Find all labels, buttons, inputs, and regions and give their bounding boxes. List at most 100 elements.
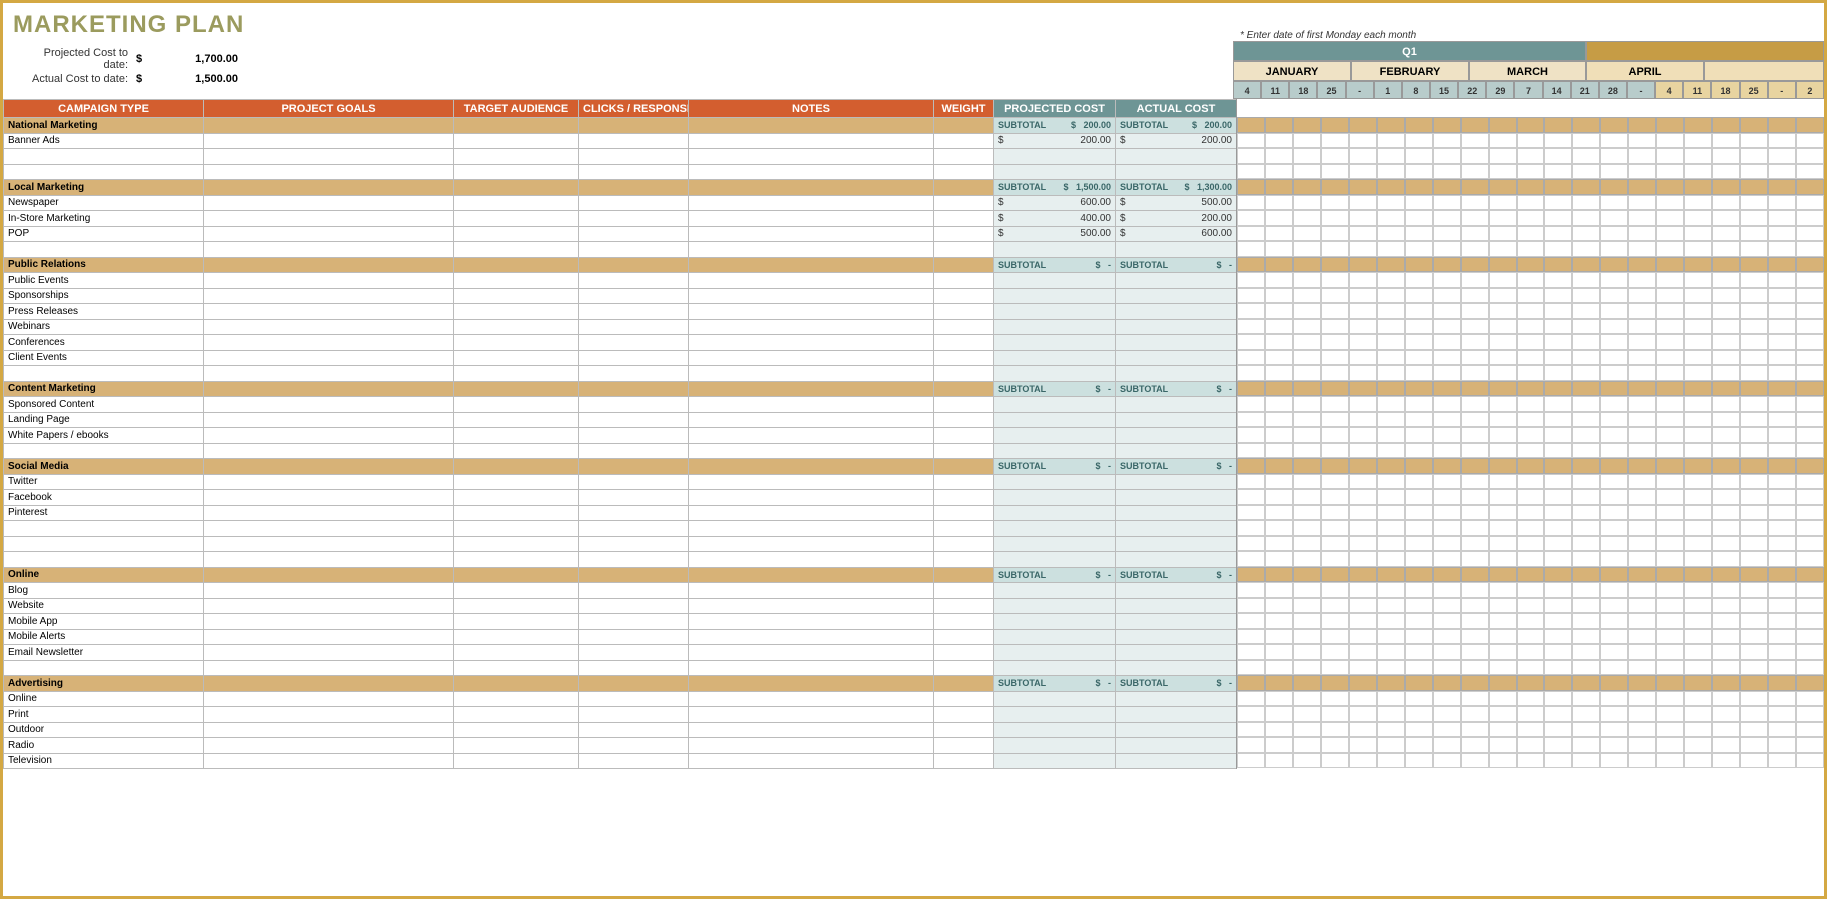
grid-cell[interactable] [1461, 303, 1489, 319]
grid-cell[interactable] [1405, 226, 1433, 242]
grid-cell[interactable] [1377, 396, 1405, 412]
grid-cell[interactable] [1768, 706, 1796, 722]
grid-cell[interactable] [1740, 133, 1768, 149]
grid-cell[interactable] [1349, 629, 1377, 645]
grid-cell[interactable] [1517, 505, 1545, 521]
grid-cell[interactable] [1237, 458, 1265, 474]
grid-cell[interactable] [1461, 117, 1489, 133]
grid-cell[interactable] [1544, 272, 1572, 288]
cell[interactable] [689, 428, 934, 444]
grid-cell[interactable] [1572, 551, 1600, 567]
grid-cell[interactable] [1293, 691, 1321, 707]
grid-cell[interactable] [1712, 598, 1740, 614]
grid-cell[interactable] [1517, 737, 1545, 753]
grid-cell[interactable] [1349, 489, 1377, 505]
grid-cell[interactable] [1489, 365, 1517, 381]
grid-cell[interactable] [1600, 226, 1628, 242]
grid-cell[interactable] [1517, 303, 1545, 319]
grid-cell[interactable] [1405, 319, 1433, 335]
grid-cell[interactable] [1433, 365, 1461, 381]
grid-cell[interactable] [1293, 443, 1321, 459]
grid-cell[interactable] [1349, 133, 1377, 149]
grid-cell[interactable] [1517, 148, 1545, 164]
grid-cell[interactable] [1489, 226, 1517, 242]
grid-cell[interactable] [1544, 319, 1572, 335]
grid-cell[interactable] [1684, 458, 1712, 474]
data-row[interactable]: Public Events [4, 273, 1237, 289]
grid-cell[interactable] [1321, 675, 1349, 691]
grid-cell[interactable] [1768, 598, 1796, 614]
grid-cell[interactable] [1517, 660, 1545, 676]
grid-cell[interactable] [1600, 319, 1628, 335]
grid-cell[interactable] [1237, 148, 1265, 164]
grid-cell[interactable] [1656, 458, 1684, 474]
grid-cell[interactable] [1433, 474, 1461, 490]
cell[interactable] [689, 319, 934, 335]
cost-cell[interactable] [1116, 738, 1237, 754]
grid-cell[interactable] [1740, 582, 1768, 598]
grid-cell[interactable] [1768, 133, 1796, 149]
grid-cell[interactable] [1265, 272, 1293, 288]
grid-cell[interactable] [1768, 629, 1796, 645]
grid-cell[interactable] [1349, 396, 1377, 412]
grid-cell[interactable] [1349, 179, 1377, 195]
grid-cell[interactable] [1684, 179, 1712, 195]
grid-cell[interactable] [1377, 644, 1405, 660]
grid-cell[interactable] [1768, 489, 1796, 505]
grid-cell[interactable] [1265, 365, 1293, 381]
grid-cell[interactable] [1600, 629, 1628, 645]
grid-cell[interactable] [1684, 412, 1712, 428]
grid-cell[interactable] [1489, 412, 1517, 428]
cal-day[interactable]: 22 [1458, 81, 1486, 99]
grid-cell[interactable] [1433, 629, 1461, 645]
grid-cell[interactable] [1405, 443, 1433, 459]
grid-cell[interactable] [1600, 675, 1628, 691]
grid-cell[interactable] [1461, 505, 1489, 521]
grid-cell[interactable] [1321, 443, 1349, 459]
grid-cell[interactable] [1572, 319, 1600, 335]
grid-cell[interactable] [1405, 737, 1433, 753]
grid-cell[interactable] [1237, 737, 1265, 753]
grid-cell[interactable] [1349, 272, 1377, 288]
grid-cell[interactable] [1600, 412, 1628, 428]
grid-cell[interactable] [1712, 164, 1740, 180]
cost-cell[interactable]: $200.00 [994, 133, 1116, 149]
grid-row[interactable] [1237, 195, 1824, 211]
grid-cell[interactable] [1405, 381, 1433, 397]
grid-cell[interactable] [1265, 148, 1293, 164]
data-row[interactable]: Mobile App [4, 614, 1237, 630]
cal-day[interactable]: 14 [1543, 81, 1571, 99]
grid-cell[interactable] [1377, 474, 1405, 490]
grid-cell[interactable] [1405, 117, 1433, 133]
grid-cell[interactable] [1237, 489, 1265, 505]
grid-cell[interactable] [1293, 489, 1321, 505]
grid-row[interactable] [1237, 691, 1824, 707]
grid-cell[interactable] [1628, 675, 1656, 691]
grid-row[interactable] [1237, 381, 1824, 397]
grid-cell[interactable] [1237, 753, 1265, 769]
grid-cell[interactable] [1433, 381, 1461, 397]
grid-cell[interactable] [1321, 691, 1349, 707]
grid-row[interactable] [1237, 660, 1824, 676]
grid-cell[interactable] [1349, 350, 1377, 366]
grid-cell[interactable] [1405, 334, 1433, 350]
grid-cell[interactable] [1768, 474, 1796, 490]
grid-cell[interactable] [1377, 272, 1405, 288]
grid-cell[interactable] [1517, 427, 1545, 443]
item-name[interactable]: Facebook [4, 490, 204, 506]
grid-cell[interactable] [1377, 179, 1405, 195]
data-row[interactable]: Press Releases [4, 304, 1237, 320]
grid-cell[interactable] [1321, 598, 1349, 614]
grid-cell[interactable] [1517, 489, 1545, 505]
grid-cell[interactable] [1740, 117, 1768, 133]
grid-cell[interactable] [1544, 629, 1572, 645]
cell[interactable] [204, 133, 454, 149]
grid-cell[interactable] [1684, 660, 1712, 676]
grid-cell[interactable] [1433, 148, 1461, 164]
grid-cell[interactable] [1349, 582, 1377, 598]
cell[interactable] [454, 428, 579, 444]
data-row[interactable]: Newspaper$600.00$500.00 [4, 195, 1237, 211]
grid-cell[interactable] [1796, 396, 1824, 412]
grid-cell[interactable] [1321, 567, 1349, 583]
grid-cell[interactable] [1684, 520, 1712, 536]
